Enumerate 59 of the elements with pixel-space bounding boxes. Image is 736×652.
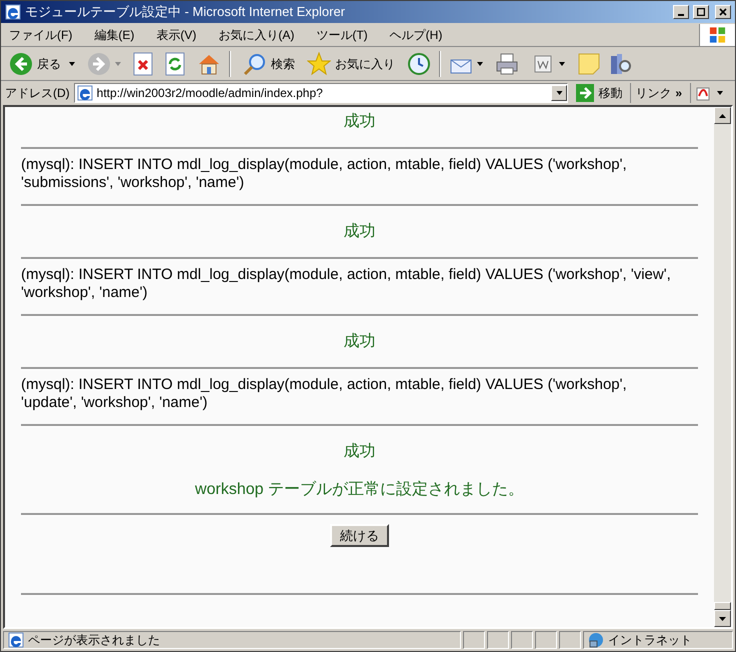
sql-statement: (mysql): INSERT INTO mdl_log_display(module, action, mtable, field) VALUES ('workshop', 'view', 'workshop', 'name') [21,266,672,302]
menu-item[interactable]: 編集(E) [94,26,134,44]
dropdown-arrow-icon[interactable] [477,62,483,66]
page-icon [76,85,93,101]
dropdown-arrow-icon[interactable] [717,91,723,95]
favorites-button[interactable]: お気に入り [303,52,399,76]
success-message: 成功 [344,332,376,352]
scroll-up-button[interactable] [714,107,731,124]
menu-item[interactable]: ツール(T) [316,26,368,44]
dropdown-button[interactable] [551,85,568,101]
dropdown-arrow-icon[interactable] [559,62,565,66]
menu-item[interactable]: ファイル(F) [9,26,72,44]
chevron-button[interactable]: » [675,84,682,102]
dropdown-arrow-icon[interactable] [69,62,75,66]
menu-item[interactable]: 表示(V) [156,26,196,44]
address-label: アドレス(D) [5,85,70,102]
menu-item[interactable]: お気に入り(A) [218,26,294,44]
links-label[interactable]: リンク [635,84,672,102]
status-panel [487,631,509,649]
up-arrow-icon [719,114,726,118]
maximize-button[interactable] [693,5,709,19]
status-panel [535,631,557,649]
sql-statement: (mysql): INSERT INTO mdl_log_display(module, action, mtable, field) VALUES ('workshop', 'update', 'workshop', 'name') [21,376,628,412]
zone-label: イントラネット [608,632,692,649]
page-icon [8,632,24,648]
refresh-icon[interactable] [165,52,185,76]
search-button[interactable]: 検索 [239,52,299,76]
network-icon [588,632,604,648]
success-message: 成功 [344,222,376,242]
status-text: ページが表示されました [28,632,160,649]
history-icon[interactable] [407,52,431,76]
close-icon [719,8,727,16]
close-button[interactable] [715,5,731,19]
stop-icon[interactable] [133,52,153,76]
search-icon [243,52,267,76]
status-panel [559,631,581,649]
sql-statement: (mysql): INSERT INTO mdl_log_display(module, action, mtable, field) VALUES ('workshop', 'submissions', 'workshop', 'name') [21,156,628,192]
printer-icon[interactable] [495,52,519,76]
minimize-button[interactable] [673,5,689,19]
caret-icon [556,91,563,95]
back-button[interactable]: 戻る [5,52,65,76]
success-message: 成功 [344,112,376,132]
scroll-thumb[interactable] [714,602,731,610]
continue-button[interactable]: 続ける [330,524,389,547]
go-arrow-icon [576,84,594,102]
success-message: 成功 [344,442,376,462]
down-arrow-icon [719,616,726,620]
go-button[interactable]: 移動 [572,84,626,102]
maximize-icon [697,8,705,16]
star-icon [307,52,331,76]
setup-message: workshop テーブルが正常に設定されました。 [195,480,524,500]
scroll-down-button[interactable] [714,610,731,627]
research-icon[interactable] [609,52,633,76]
window-title: モジュールテーブル設定中 - Microsoft Internet Explorer [25,3,346,22]
status-panel [511,631,533,649]
menu-item[interactable]: ヘルプ(H) [390,26,442,44]
browser-icon [5,4,21,20]
address-field[interactable]: http://win2003r2/moodle/admin/index.php? [74,83,568,103]
status-panel [463,631,485,649]
